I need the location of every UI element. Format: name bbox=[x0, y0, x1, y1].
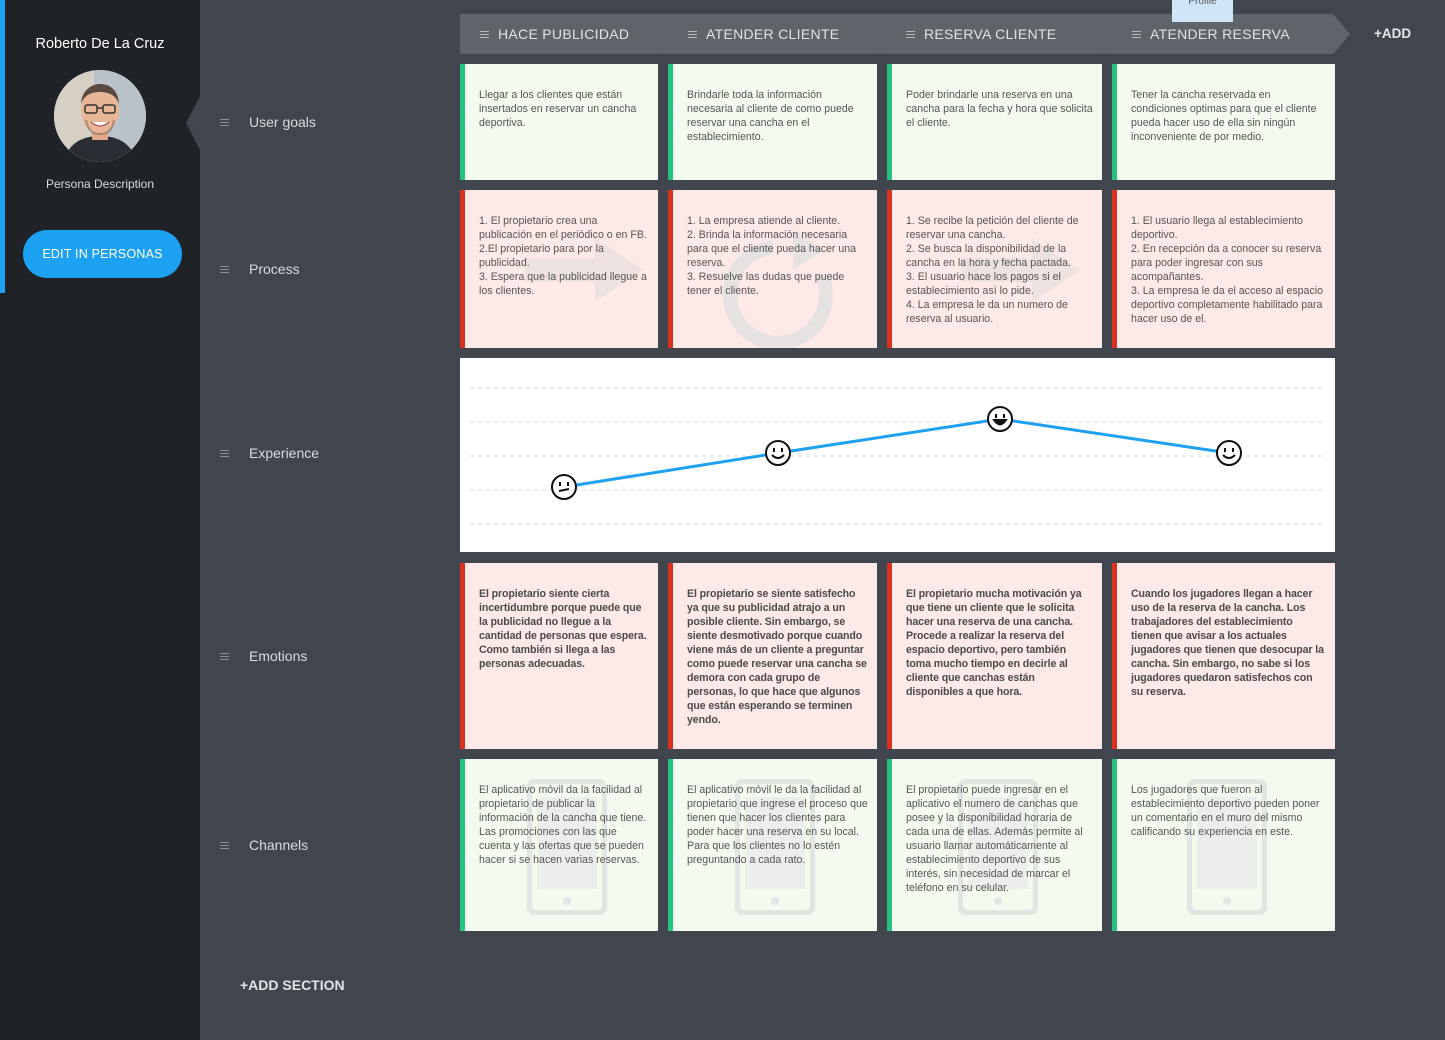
smile-face-icon[interactable] bbox=[1216, 440, 1242, 466]
drag-handle-icon[interactable] bbox=[1132, 29, 1141, 40]
process-card[interactable]: 1. Se recibe la petición del cliente de … bbox=[887, 190, 1102, 348]
persona-name: Roberto De La Cruz bbox=[35, 36, 165, 52]
row-label-process[interactable]: Process bbox=[220, 261, 300, 277]
drag-handle-icon[interactable] bbox=[906, 29, 915, 40]
stage-label: RESERVA CLIENTE bbox=[924, 26, 1057, 42]
channel-card[interactable]: El aplicativo móvil da la facilidad al p… bbox=[460, 759, 658, 931]
smile-face-icon[interactable] bbox=[765, 440, 791, 466]
row-label-channels[interactable]: Channels bbox=[220, 837, 308, 853]
stage-atender-cliente[interactable]: ATENDER CLIENTE bbox=[658, 14, 893, 54]
drag-handle-icon[interactable] bbox=[220, 448, 229, 459]
stage-label: ATENDER RESERVA bbox=[1150, 26, 1290, 42]
process-card[interactable]: 1. El propietario crea una publicación e… bbox=[460, 190, 658, 348]
laugh-face-icon[interactable] bbox=[987, 406, 1013, 432]
emotion-card[interactable]: El propietario siente cierta incertidumb… bbox=[460, 563, 658, 749]
process-card[interactable]: 1. El usuario llega al establecimiento d… bbox=[1112, 190, 1335, 348]
drag-handle-icon[interactable] bbox=[480, 29, 489, 40]
emotion-card[interactable]: Cuando los jugadores llegan a hacer uso … bbox=[1112, 563, 1335, 749]
row-label-experience[interactable]: Experience bbox=[220, 445, 319, 461]
user-goal-card[interactable]: Llegar a los clientes que están insertad… bbox=[460, 64, 658, 180]
add-stage-button[interactable]: +ADD bbox=[1374, 26, 1411, 41]
user-goal-card[interactable]: Poder brindarle una reserva en una canch… bbox=[887, 64, 1102, 180]
drag-handle-icon[interactable] bbox=[220, 651, 229, 662]
edit-in-personas-button[interactable]: EDIT IN PERSONAS bbox=[23, 230, 182, 278]
experience-line bbox=[563, 417, 1230, 489]
row-label-user-goals[interactable]: User goals bbox=[220, 114, 316, 130]
channel-card[interactable]: Los jugadores que fueron al establecimie… bbox=[1112, 759, 1335, 931]
persona-sidebar: Roberto De La Cruz Persona Description E… bbox=[0, 0, 200, 1040]
channel-card[interactable]: El aplicativo móvil le da la facilidad a… bbox=[668, 759, 877, 931]
drag-handle-icon[interactable] bbox=[688, 29, 697, 40]
profile-tooltip: Profile bbox=[1172, 0, 1233, 22]
stage-reserva-cliente[interactable]: RESERVA CLIENTE bbox=[876, 14, 1119, 54]
process-card[interactable]: 1. La empresa atiende al cliente. 2. Bri… bbox=[668, 190, 877, 348]
sidebar-pointer bbox=[186, 96, 200, 150]
stage-label: ATENDER CLIENTE bbox=[706, 26, 840, 42]
channel-card[interactable]: El propietario puede ingresar en el apli… bbox=[887, 759, 1102, 931]
unsure-face-icon[interactable] bbox=[551, 474, 577, 500]
avatar bbox=[54, 70, 146, 162]
add-section-button[interactable]: +ADD SECTION bbox=[240, 977, 345, 993]
stage-label: HACE PUBLICIDAD bbox=[498, 26, 630, 42]
emotion-card[interactable]: El propietario se siente satisfecho ya q… bbox=[668, 563, 877, 749]
stage-hace-publicidad[interactable]: HACE PUBLICIDAD bbox=[460, 14, 675, 54]
drag-handle-icon[interactable] bbox=[220, 117, 229, 128]
user-goal-card[interactable]: Tener la cancha reservada en condiciones… bbox=[1112, 64, 1335, 180]
user-goal-card[interactable]: Brindarle toda la información necesaria … bbox=[668, 64, 877, 180]
persona-description-link[interactable]: Persona Description bbox=[0, 177, 200, 191]
drag-handle-icon[interactable] bbox=[220, 840, 229, 851]
experience-chart[interactable] bbox=[460, 358, 1335, 552]
emotion-card[interactable]: El propietario mucha motivación ya que t… bbox=[887, 563, 1102, 749]
drag-handle-icon[interactable] bbox=[220, 264, 229, 275]
row-label-emotions[interactable]: Emotions bbox=[220, 648, 307, 664]
